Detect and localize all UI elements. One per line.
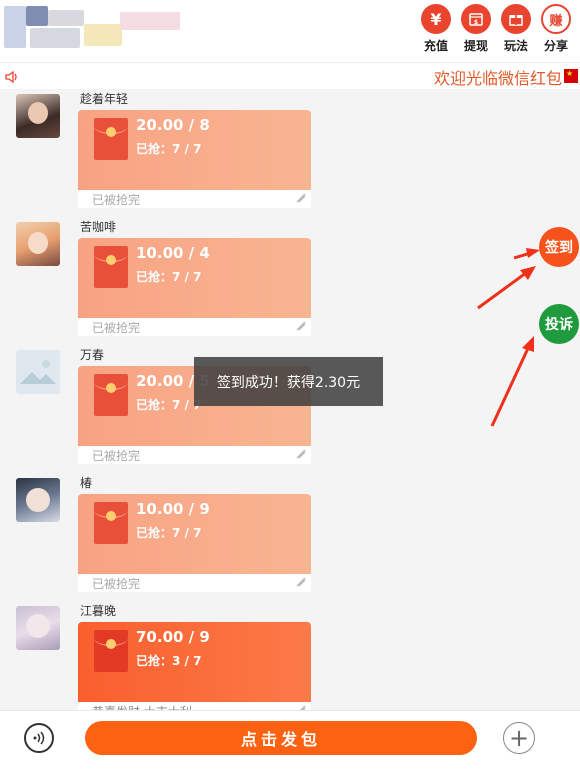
envelope-icon <box>94 246 128 288</box>
envelope-icon <box>94 118 128 160</box>
avatar[interactable] <box>16 350 60 394</box>
list-item: 椿 10.00 / 9 已抢：7 / 7 已被抢完 <box>0 476 560 592</box>
blurred-logo-part <box>48 10 84 26</box>
username: 江暮晚 <box>80 604 117 618</box>
packet-amount: 10.00 / 4 <box>136 244 210 262</box>
packet-mini-icon <box>296 449 306 459</box>
packet-amount: 10.00 / 9 <box>136 500 210 518</box>
envelope-icon <box>94 374 128 416</box>
red-packet[interactable]: 10.00 / 9 已抢：7 / 7 <box>78 494 311 574</box>
packet-grabbed-count: 已抢：7 / 7 <box>136 526 202 540</box>
withdraw-label: 提现 <box>463 39 488 53</box>
send-packet-button[interactable]: 点击发包 <box>85 721 477 755</box>
avatar[interactable] <box>16 478 60 522</box>
checkin-button[interactable]: 签到 <box>539 227 579 267</box>
username: 万春 <box>80 348 105 362</box>
bubble-tail <box>78 122 79 134</box>
wallet-icon: $ <box>461 4 491 34</box>
avatar[interactable] <box>16 222 60 266</box>
packet-mini-icon <box>296 577 306 587</box>
voice-button[interactable] <box>24 723 54 753</box>
packet-grabbed-count: 已抢：7 / 7 <box>136 270 202 284</box>
withdraw-button[interactable]: $ 提现 <box>460 4 492 54</box>
red-packet[interactable]: 10.00 / 4 已抢：7 / 7 <box>78 238 311 318</box>
toast-message: 签到成功！获得2.30元 <box>194 357 383 406</box>
voice-icon <box>33 731 45 745</box>
packet-amount: 70.00 / 9 <box>136 628 210 646</box>
packet-status-text: 已被抢完 <box>92 577 141 591</box>
packet-status-text: 已被抢完 <box>92 449 141 463</box>
share-label: 分享 <box>543 39 568 53</box>
red-packet[interactable]: 20.00 / 8 已抢：7 / 7 <box>78 110 311 190</box>
red-packet[interactable]: 70.00 / 9 已抢：3 / 7 <box>78 622 311 702</box>
bubble-tail <box>78 378 79 390</box>
packet-amount: 20.00 / 8 <box>136 116 210 134</box>
rules-button[interactable]: 玩法 <box>500 4 532 54</box>
list-item: 江暮晚 70.00 / 9 已抢：3 / 7 恭喜发财,大吉大利 <box>0 604 560 720</box>
complaint-button[interactable]: 投诉 <box>539 304 579 344</box>
rules-label: 玩法 <box>503 39 528 53</box>
blurred-logo <box>4 6 26 48</box>
announcement-bar: 欢迎光临微信红包 ★ <box>0 62 580 89</box>
username: 苦咖啡 <box>80 220 117 234</box>
packet-grabbed-count: 已抢：7 / 7 <box>136 142 202 156</box>
list-item: 趁着年轻 20.00 / 8 已抢：7 / 7 已被抢完 <box>0 92 560 208</box>
china-flag-icon: ★ <box>564 69 578 83</box>
plus-button[interactable]: + <box>503 722 535 754</box>
bubble-tail <box>78 250 79 262</box>
bottom-bar: 点击发包 + <box>0 710 580 772</box>
packet-grabbed-count: 已抢：7 / 7 <box>136 398 202 412</box>
packet-status: 已被抢完 <box>78 318 311 336</box>
avatar[interactable] <box>16 94 60 138</box>
recharge-label: 充值 <box>423 39 448 53</box>
earn-icon: 赚 <box>541 4 571 34</box>
top-action-bar: ¥ 充值 $ 提现 玩法 赚 分享 <box>420 4 572 54</box>
avatar[interactable] <box>16 606 60 650</box>
packet-status: 已被抢完 <box>78 446 311 464</box>
envelope-icon <box>94 630 128 672</box>
envelope-icon <box>94 502 128 544</box>
gift-icon <box>501 4 531 34</box>
bubble-tail <box>78 506 79 518</box>
packet-mini-icon <box>296 321 306 331</box>
packet-mini-icon <box>296 193 306 203</box>
blurred-logo-part <box>120 12 180 30</box>
username: 趁着年轻 <box>80 92 129 106</box>
packet-status: 已被抢完 <box>78 190 311 208</box>
announcement-text: 欢迎光临微信红包 <box>433 69 562 88</box>
share-button[interactable]: 赚 分享 <box>540 4 572 54</box>
speaker-icon <box>5 69 21 88</box>
blurred-logo-part <box>26 6 48 26</box>
bubble-tail <box>78 634 79 646</box>
packet-status-text: 已被抢完 <box>92 193 141 207</box>
packet-status: 已被抢完 <box>78 574 311 592</box>
packet-status-text: 已被抢完 <box>92 321 141 335</box>
yen-icon: ¥ <box>421 4 451 34</box>
svg-text:$: $ <box>474 19 478 26</box>
blurred-logo-part <box>84 24 122 46</box>
recharge-button[interactable]: ¥ 充值 <box>420 4 452 54</box>
annotation-arrows <box>477 248 540 427</box>
plus-icon: + <box>508 724 530 752</box>
packet-grabbed-count: 已抢：3 / 7 <box>136 654 202 668</box>
top-header: ¥ 充值 $ 提现 玩法 赚 分享 <box>0 0 580 62</box>
username: 椿 <box>80 476 93 490</box>
blurred-logo-part <box>30 28 80 48</box>
